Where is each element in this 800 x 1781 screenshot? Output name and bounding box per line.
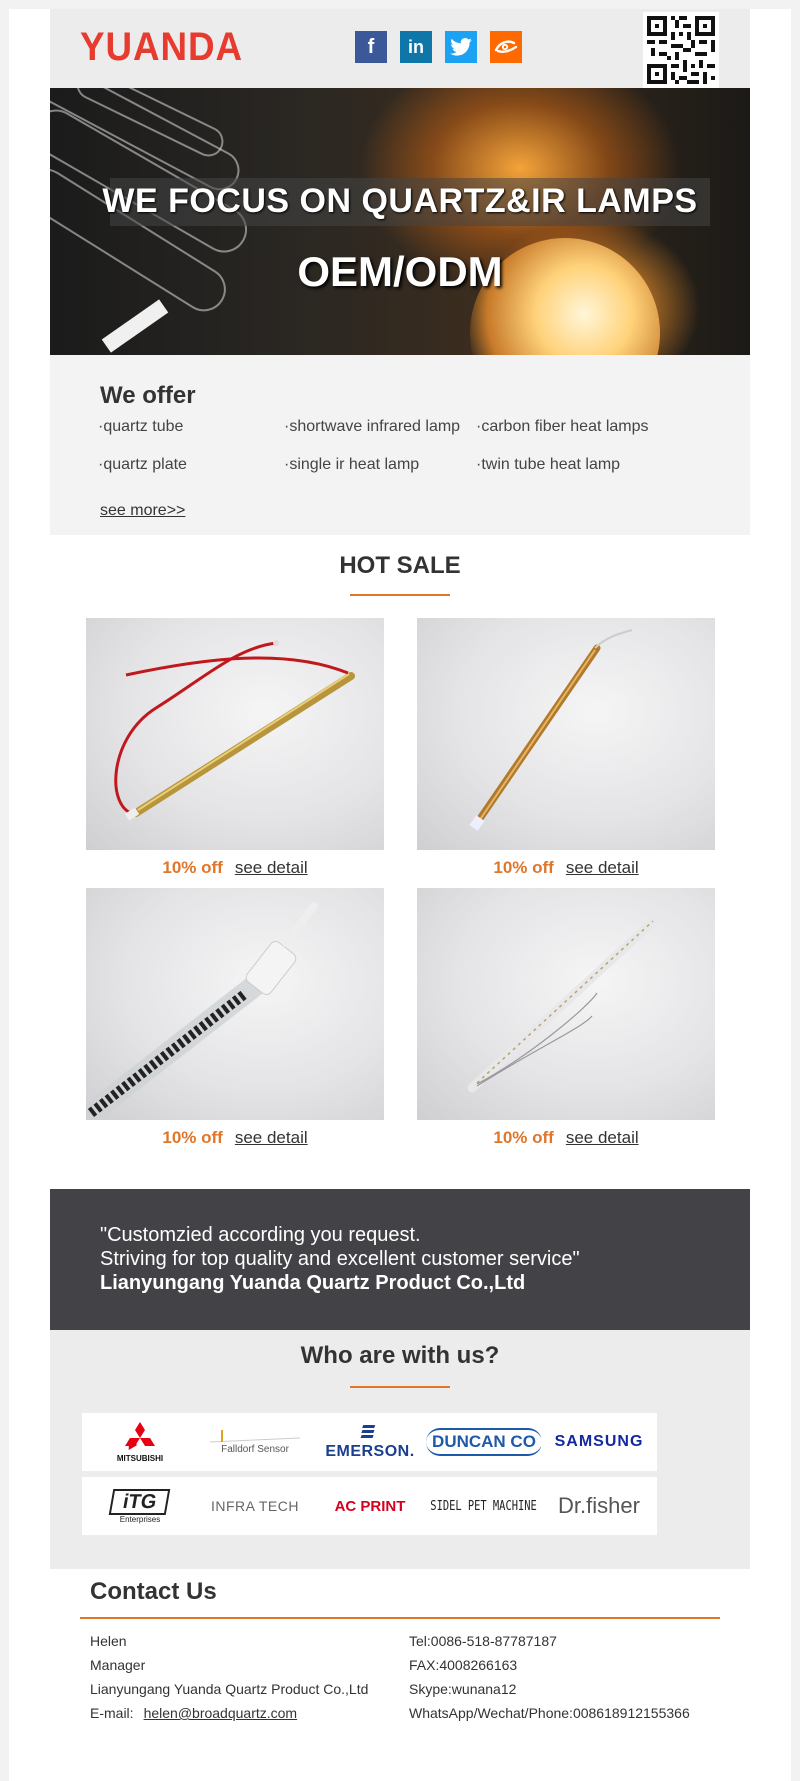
see-more-link[interactable]: see more>> [100, 502, 185, 520]
discount-label: 10% off [162, 858, 223, 877]
contact-skype: Skype:wunana12 [409, 1681, 517, 1697]
contact-role: Manager [90, 1657, 146, 1673]
email-label: E-mail: [90, 1705, 134, 1721]
contact-fax: FAX:4008266163 [409, 1657, 518, 1673]
contact-title: Contact Us [90, 1578, 217, 1605]
see-detail-link[interactable]: see detail [566, 1128, 639, 1147]
product-image[interactable] [417, 888, 715, 1120]
ac-print-logo: AC PRINT [312, 1477, 428, 1535]
discount-label: 10% off [493, 858, 554, 877]
product-promo: 10% off see detail [86, 858, 384, 878]
divider [350, 1386, 450, 1388]
product-image[interactable] [86, 618, 384, 850]
discount-label: 10% off [493, 1128, 554, 1147]
hot-sale-title: HOT SALE [339, 552, 461, 579]
twitter-icon[interactable] [445, 31, 477, 63]
offer-item: ·single ir heat lamp [284, 456, 420, 473]
product-promo: 10% off see detail [417, 1128, 715, 1148]
partners-title: Who are with us? [300, 1342, 500, 1369]
contact-email-row: E-mail: helen@broadquartz.com [90, 1705, 297, 1721]
duncan-co-logo: DUNCAN CO [426, 1413, 542, 1471]
offer-item: ·twin tube heat lamp [476, 456, 621, 473]
offer-item: ·carbon fiber heat lamps [476, 418, 649, 435]
offer-section: We offer ·quartz tube ·shortwave infrare… [50, 355, 750, 535]
email-link[interactable]: helen@broadquartz.com [144, 1705, 298, 1721]
see-detail-link[interactable]: see detail [235, 858, 308, 877]
infra-tech-logo: INFRA TECH [197, 1477, 313, 1535]
quote-line: Striving for top quality and excellent c… [100, 1248, 580, 1270]
see-detail-link[interactable]: see detail [235, 1128, 308, 1147]
offer-title: We offer [100, 382, 196, 409]
product-image[interactable] [86, 888, 384, 1120]
alibaba-icon[interactable] [490, 31, 522, 63]
quote-line: "Customzied according you request. [100, 1224, 421, 1246]
offer-item: ·quartz tube [98, 418, 184, 435]
offer-item: ·quartz plate [98, 456, 187, 473]
divider [80, 1617, 720, 1619]
contact-tel: Tel:0086-518-87787187 [409, 1633, 557, 1649]
newsletter: YUANDA f in WE FOCUS ON QUARTZ&IR LAMPS … [50, 9, 750, 1781]
emerson-logo: EMERSON. [312, 1413, 428, 1471]
hero-banner: WE FOCUS ON QUARTZ&IR LAMPS OEM/ODM [50, 88, 750, 355]
contact-name: Helen [90, 1633, 127, 1649]
contact-whatsapp: WhatsApp/Wechat/Phone:008618912155366 [409, 1705, 690, 1721]
banner-title: WE FOCUS ON QUARTZ&IR LAMPS [102, 182, 698, 220]
falldorf-sensor-logo: Falldorf Sensor [197, 1413, 313, 1471]
banner-subtitle: OEM/ODM [297, 248, 503, 295]
partners-section: Who are with us? MITSUBISHI Falldorf Sen… [50, 1330, 750, 1569]
discount-label: 10% off [162, 1128, 223, 1147]
qr-code-icon [643, 12, 719, 88]
product-promo: 10% off see detail [417, 858, 715, 878]
quote-band: "Customzied according you request. Striv… [50, 1189, 750, 1330]
sidel-pet-machine-logo: SIDEL PET MACHINE [426, 1477, 542, 1535]
product-image[interactable] [417, 618, 715, 850]
see-detail-link[interactable]: see detail [566, 858, 639, 877]
facebook-icon[interactable]: f [355, 31, 387, 63]
mitsubishi-logo: MITSUBISHI [82, 1413, 198, 1471]
itg-logo: iTG Enterprises [82, 1477, 198, 1535]
contact-company: Lianyungang Yuanda Quartz Product Co.,Lt… [90, 1681, 369, 1697]
dr-fisher-logo: Dr.fisher [541, 1477, 657, 1535]
samsung-logo: SAMSUNG [541, 1413, 657, 1471]
logo[interactable]: YUANDA [80, 25, 243, 70]
divider [350, 594, 450, 596]
header: YUANDA f in [50, 9, 750, 88]
offer-item: ·shortwave infrared lamp [284, 418, 461, 435]
quote-company: Lianyungang Yuanda Quartz Product Co.,Lt… [100, 1272, 526, 1294]
product-promo: 10% off see detail [86, 1128, 384, 1148]
linkedin-icon[interactable]: in [400, 31, 432, 63]
lamp-cap-graphic [101, 299, 169, 353]
